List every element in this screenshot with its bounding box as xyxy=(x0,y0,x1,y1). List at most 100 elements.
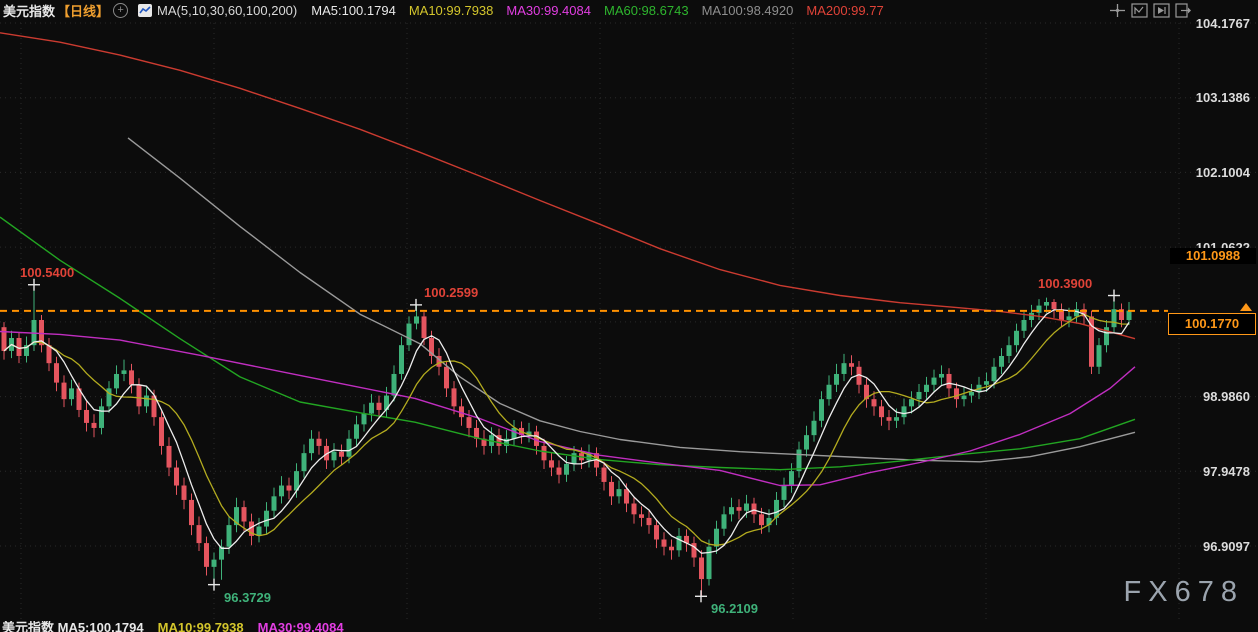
candle-body xyxy=(887,417,892,421)
last-price-tag: 100.1770 xyxy=(1168,313,1256,335)
ma-value-1: MA10:99.7938 xyxy=(409,3,494,18)
watermark: FX678 xyxy=(1124,576,1244,609)
candle-body xyxy=(227,525,232,547)
candle-body xyxy=(189,500,194,525)
candle-body xyxy=(609,482,614,496)
candle-body xyxy=(572,453,577,464)
candle-body xyxy=(197,525,202,543)
export-icon[interactable] xyxy=(1174,2,1192,18)
candle-body xyxy=(654,525,659,539)
ma-line-ma60 xyxy=(0,217,1135,470)
axis-price-label: 102.1004 xyxy=(1196,165,1250,180)
subpane-legend-seg-0: 美元指数 MA5:100.1794 xyxy=(2,621,144,632)
chart-legend: 美元指数 【日线】 + MA(5,10,30,60,100,200) MA5:1… xyxy=(3,2,897,19)
candle-body xyxy=(662,540,667,547)
line-chart-icon[interactable] xyxy=(138,4,152,17)
price-up-arrow-icon xyxy=(1240,303,1252,311)
ma-line-ma5 xyxy=(4,310,1129,553)
chart-toolbar xyxy=(1108,2,1192,18)
candle-body xyxy=(714,529,719,547)
candle-body xyxy=(819,399,824,421)
ma-line-ma10 xyxy=(4,314,1129,545)
candle-body xyxy=(932,378,937,385)
extreme-price-label: 96.2109 xyxy=(711,601,758,616)
candle-body xyxy=(797,450,802,472)
subpane-legend-seg-1: MA10:99.7938 xyxy=(158,621,244,632)
candle-body xyxy=(137,385,142,407)
candle-body xyxy=(2,327,7,351)
candle-body xyxy=(849,363,854,367)
candle-body xyxy=(414,316,419,323)
crosshair-icon[interactable] xyxy=(1108,2,1126,18)
candle-body xyxy=(114,374,119,388)
ma-line-ma200 xyxy=(0,33,1135,339)
candle-body xyxy=(144,396,149,407)
candle-body xyxy=(122,370,127,374)
candle-body xyxy=(639,514,644,518)
candle-body xyxy=(617,489,622,496)
candle-body xyxy=(369,403,374,414)
candle-body xyxy=(302,453,307,471)
candle-body xyxy=(759,514,764,525)
candle-body xyxy=(1112,309,1117,327)
candle-body xyxy=(84,410,89,423)
candle-body xyxy=(1007,345,1012,356)
candle-body xyxy=(309,439,314,453)
candle-body xyxy=(827,385,832,399)
candle-body xyxy=(422,316,427,338)
symbol-title: 美元指数 xyxy=(3,1,55,20)
candle-body xyxy=(174,468,179,486)
ma-value-5: MA200:99.77 xyxy=(806,3,883,18)
candle-body xyxy=(1044,302,1049,306)
candle-body xyxy=(264,511,269,527)
candle-body xyxy=(407,324,412,346)
axis-price-label: 97.9478 xyxy=(1203,464,1250,479)
alert-price-tag: 101.0988 xyxy=(1170,248,1256,264)
candle-body xyxy=(842,363,847,374)
candle-body xyxy=(62,383,67,400)
subpane-legend-clipped: 美元指数 MA5:100.1794MA10:99.7938MA30:99.408… xyxy=(2,621,358,632)
candle-body xyxy=(129,370,134,384)
axis-price-label: 96.9097 xyxy=(1203,539,1250,554)
extreme-price-label: 96.3729 xyxy=(224,590,271,605)
ma-value-3: MA60:98.6743 xyxy=(604,3,689,18)
candle-body xyxy=(54,363,59,382)
candle-body xyxy=(812,421,817,435)
ma-line-ma100 xyxy=(128,138,1135,462)
candle-body xyxy=(902,406,907,417)
candle-body xyxy=(204,543,209,567)
candle-body xyxy=(467,417,472,428)
candles xyxy=(2,285,1132,597)
candle-body xyxy=(962,396,967,400)
candle-body xyxy=(909,399,914,406)
candle-body xyxy=(512,428,517,439)
circle-plus-icon[interactable]: + xyxy=(113,3,128,18)
candle-body xyxy=(392,374,397,396)
candle-body xyxy=(954,388,959,399)
candle-body xyxy=(347,439,352,457)
candle-body xyxy=(444,367,449,389)
candle-body xyxy=(947,374,952,388)
candle-body xyxy=(1067,316,1072,320)
candle-body xyxy=(804,435,809,449)
candle-body xyxy=(1127,311,1132,320)
period-label: 【日线】 xyxy=(57,1,109,20)
candle-body xyxy=(669,547,674,551)
candle-body xyxy=(729,507,734,514)
candle-body xyxy=(834,374,839,385)
candle-body xyxy=(984,381,989,385)
axis-price-label: 103.1386 xyxy=(1196,90,1250,105)
candle-body xyxy=(452,388,457,406)
candle-body xyxy=(362,414,367,425)
candle-body xyxy=(924,385,929,392)
chart-scale-icon[interactable] xyxy=(1130,2,1148,18)
candle-body xyxy=(212,560,217,567)
extreme-price-label: 100.5400 xyxy=(20,265,74,280)
trading-chart-app: 美元指数 【日线】 + MA(5,10,30,60,100,200) MA5:1… xyxy=(0,0,1258,632)
candlestick-chart-canvas[interactable] xyxy=(0,0,1258,632)
ma-settings-label: MA(5,10,30,60,100,200) xyxy=(157,3,297,18)
chart-play-icon[interactable] xyxy=(1152,2,1170,18)
ma-values: MA5:100.1794MA10:99.7938MA30:99.4084MA60… xyxy=(311,3,896,18)
candle-body xyxy=(332,452,337,461)
candle-body xyxy=(167,446,172,468)
